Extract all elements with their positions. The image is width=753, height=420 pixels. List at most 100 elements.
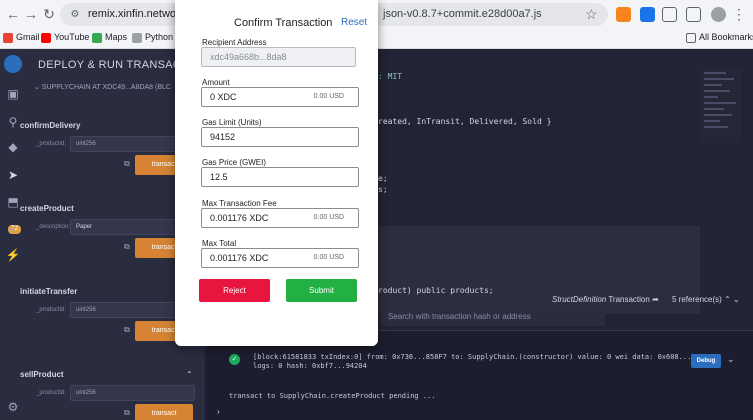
minimap-line: [704, 120, 720, 122]
gas-limit-label: Gas Limit (Units): [202, 118, 262, 127]
product-id-input[interactable]: uint256: [70, 385, 195, 401]
max-transaction-fee-label: Max Transaction Fee: [202, 199, 277, 208]
code-line: s;: [378, 185, 388, 194]
extensions-puzzle-icon[interactable]: [686, 7, 701, 22]
url-tail-text: json-v0.8.7+commit.e28d00a7.js: [383, 8, 542, 20]
minimap-line: [704, 84, 722, 86]
field-value: xdc49a668b...8da8: [210, 52, 287, 62]
menu-kebab-icon[interactable]: ⋮: [730, 5, 748, 23]
copy-icon[interactable]: ⧉: [124, 159, 130, 169]
plug-icon[interactable]: ⚡: [5, 247, 21, 263]
success-check-icon: ✓: [229, 354, 240, 365]
amount-field[interactable]: 0 XDC 0.00 USD: [201, 87, 359, 107]
param-label: _description:: [36, 224, 71, 230]
maps-icon: [92, 32, 102, 43]
plugin-icon[interactable]: ⬒: [5, 194, 21, 210]
terminal-search-input[interactable]: Search with transaction hash or address: [380, 308, 605, 326]
struct-definition-label: StructDefinition Transaction ➦: [552, 295, 659, 304]
max-total-label: Max Total: [202, 239, 237, 248]
back-arrow-icon[interactable]: ←: [4, 5, 22, 23]
code-line: : MIT: [378, 72, 403, 81]
minimap-line: [704, 72, 726, 74]
minimap-line: [704, 126, 728, 128]
share-arrow-icon[interactable]: ➦: [652, 295, 659, 304]
all-bookmarks[interactable]: All Bookmarks: [686, 32, 753, 43]
gas-price-field[interactable]: 12.5: [201, 167, 359, 187]
field-value: 0.001176 XDC: [210, 213, 269, 223]
minimap-line: [704, 108, 724, 110]
param-label: _productId:: [36, 307, 67, 313]
bookmark-maps[interactable]: Maps: [92, 32, 127, 43]
site-settings-icon[interactable]: ⚙: [66, 6, 84, 24]
gas-price-label: Gas Price (GWEI): [202, 158, 267, 167]
minimap-line: [704, 78, 734, 80]
bookmark-youtube[interactable]: YouTube: [41, 32, 89, 43]
recipient-address-label: Recipient Address: [202, 38, 267, 47]
gas-limit-field[interactable]: 94152: [201, 127, 359, 147]
code-line: roduct) public products;: [378, 286, 494, 295]
minimap-line: [704, 90, 730, 92]
field-value: 0.001176 XDC: [210, 253, 269, 263]
search-icon[interactable]: ⚲: [5, 114, 21, 130]
file-explorer-icon[interactable]: ▣: [5, 86, 21, 102]
debug-button[interactable]: Debug: [691, 354, 721, 368]
copy-icon[interactable]: ⧉: [124, 408, 130, 418]
reload-icon[interactable]: ↻: [40, 5, 58, 23]
folder-icon: [686, 32, 696, 43]
references-count[interactable]: 5 reference(s) ⌃ ⌄: [672, 295, 740, 304]
minimap-line: [704, 114, 732, 116]
param-label: _productId:: [36, 390, 67, 396]
chevron-up-icon[interactable]: ⌃: [724, 295, 731, 304]
reset-link[interactable]: Reset: [341, 17, 367, 28]
param-label: _productId:: [36, 141, 67, 147]
verify-check-icon[interactable]: ✓: [5, 221, 21, 237]
function-initiate-transfer-label: initiateTransfer: [20, 287, 78, 296]
recipient-address-field: xdc49a668b...8da8: [201, 47, 356, 67]
bookmark-star-icon[interactable]: ☆: [585, 6, 598, 23]
submit-button[interactable]: Submit: [286, 279, 357, 302]
chevron-up-icon[interactable]: ⌃: [186, 370, 193, 379]
deploy-run-icon[interactable]: ➤: [5, 167, 21, 183]
field-value: 12.5: [210, 172, 228, 182]
minimap-line: [704, 96, 718, 98]
metamask-extension-icon[interactable]: [616, 7, 631, 22]
chevron-down-icon[interactable]: ⌄: [727, 354, 735, 365]
minimap-line: [704, 102, 736, 104]
gmail-icon: [3, 32, 13, 43]
field-value: 94152: [210, 132, 236, 142]
extension-icon[interactable]: [662, 7, 677, 22]
compiler-icon[interactable]: ◆: [5, 139, 21, 155]
forward-arrow-icon[interactable]: →: [22, 5, 40, 23]
code-line: reated, InTransit, Delivered, Sold }: [378, 117, 552, 126]
dialog-title: Confirm Transaction: [234, 17, 333, 29]
usd-value: 0.00 USD: [313, 93, 344, 100]
chevron-down-icon: ⌄: [34, 84, 42, 91]
usd-value: 0.00 USD: [313, 254, 344, 261]
copy-icon[interactable]: ⧉: [124, 242, 130, 252]
icon-rail: ▣ ⚲ ◆ ➤ ⬒ 72 ✓ ⚡ ⚙: [0, 49, 26, 420]
editor-minimap[interactable]: [700, 68, 742, 143]
reject-button[interactable]: Reject: [199, 279, 270, 302]
function-create-product-label: createProduct: [20, 204, 74, 213]
function-confirm-delivery-label: confirmDelivery: [20, 121, 81, 130]
transaction-log-line: logs: 0 hash: 0xbf7...94204: [253, 362, 367, 370]
profile-avatar[interactable]: [711, 7, 726, 22]
remix-logo-icon[interactable]: [4, 55, 22, 73]
transaction-log-line[interactable]: [block:61581833 txIndex:0] from: 0x736..…: [253, 353, 712, 361]
function-sell-product-label: sellProduct: [20, 370, 64, 379]
chevron-down-icon[interactable]: ⌄: [733, 295, 740, 304]
settings-gear-icon[interactable]: ⚙: [5, 399, 21, 415]
copy-icon[interactable]: ⧉: [124, 325, 130, 335]
terminal-prompt-icon: ›: [217, 407, 220, 416]
max-transaction-fee-field[interactable]: 0.001176 XDC 0.00 USD: [201, 208, 359, 228]
amount-label: Amount: [202, 78, 230, 87]
contract-instance-header[interactable]: ⌄ SUPPLYCHAIN AT XDC49...A8DA8 (BLC: [34, 83, 171, 91]
max-total-field[interactable]: 0.001176 XDC 0.00 USD: [201, 248, 359, 268]
pending-log-line: transact to SupplyChain.createProduct pe…: [229, 392, 436, 400]
extension-icon[interactable]: [640, 7, 655, 22]
transact-button[interactable]: transact: [135, 404, 193, 420]
youtube-icon: [41, 32, 51, 43]
usd-value: 0.00 USD: [313, 214, 344, 221]
globe-icon: [132, 32, 142, 43]
bookmark-gmail[interactable]: Gmail: [3, 32, 40, 43]
